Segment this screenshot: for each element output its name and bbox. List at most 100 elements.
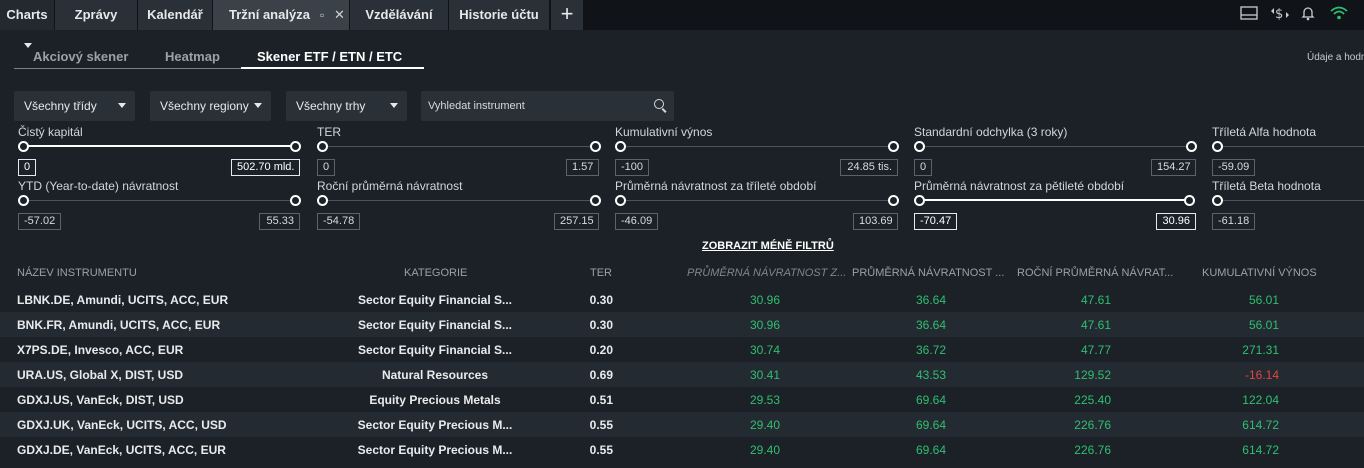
filter-max-input[interactable]: 257.15 bbox=[554, 213, 599, 230]
tab-trzni-analyza[interactable]: Tržní analýza bbox=[213, 0, 349, 30]
column-header-annual[interactable]: ROČNÍ PRŮMĚRNÁ NÁVRAT... bbox=[1017, 267, 1173, 279]
slider-track bbox=[24, 200, 296, 201]
add-tab-button[interactable]: + bbox=[551, 0, 583, 30]
search-placeholder: Vyhledat instrument bbox=[428, 100, 525, 112]
ter-cell: 0.55 bbox=[589, 443, 613, 457]
bell-icon[interactable] bbox=[1298, 5, 1318, 25]
column-header-cumulative[interactable]: KUMULATIVNÍ VÝNOS bbox=[1202, 267, 1317, 279]
filter-min-input[interactable]: -46.09 bbox=[615, 213, 659, 230]
data-info-link[interactable]: Údaje a hodn bbox=[1307, 52, 1364, 63]
slider-min-handle[interactable] bbox=[914, 141, 925, 152]
category-cell: Natural Resources bbox=[381, 368, 489, 382]
detach-window-icon[interactable]: ▫ bbox=[320, 0, 324, 30]
column-header-category[interactable]: KATEGORIE bbox=[404, 267, 467, 279]
table-row[interactable]: LBNK.DE, Amundi, UCITS, ACC, EUR Sector E… bbox=[0, 287, 1364, 312]
slider-max-handle[interactable] bbox=[888, 195, 899, 206]
top-bar: Charts Zprávy Kalendář Tržní analýza ▫ ✕… bbox=[0, 0, 1364, 49]
slider-fill bbox=[920, 199, 1190, 201]
filter-min-input[interactable]: 0 bbox=[914, 159, 933, 176]
filter-min-input[interactable]: -59.09 bbox=[1212, 159, 1256, 176]
filter-max-input[interactable]: 502.70 mld. bbox=[231, 159, 300, 176]
filter-max-input[interactable]: 24.85 tis. bbox=[840, 159, 898, 176]
avg-5y-cell: 30.96 bbox=[749, 318, 780, 332]
slider-min-handle[interactable] bbox=[18, 195, 29, 206]
filter-max-input[interactable]: 55.33 bbox=[259, 213, 300, 230]
tab-charts[interactable]: Charts bbox=[0, 0, 54, 49]
close-tab-icon[interactable]: ✕ bbox=[334, 0, 345, 30]
filter-max-input[interactable]: 154.27 bbox=[1151, 159, 1196, 176]
subtab-skener-etf[interactable]: Skener ETF / ETN / ETC bbox=[257, 49, 402, 64]
filter-min-input[interactable]: -54.78 bbox=[317, 213, 361, 230]
filter-min-input[interactable]: 0 bbox=[18, 159, 37, 176]
column-header-avg-5y[interactable]: PRŮMĚRNÁ NÁVRATNOST Z... bbox=[687, 267, 846, 279]
instrument-search-input[interactable]: Vyhledat instrument bbox=[421, 91, 674, 121]
table-row[interactable]: GDXJ.DE, VanEck, UCITS, ACC, EUR Sector E… bbox=[0, 437, 1364, 462]
slider-min-handle[interactable] bbox=[1212, 141, 1223, 152]
layout-icon[interactable] bbox=[1239, 5, 1259, 25]
filter-min-input[interactable]: -100 bbox=[615, 159, 650, 176]
filter-min-input[interactable]: -70.47 bbox=[914, 213, 958, 230]
connection-signal-icon bbox=[1328, 5, 1350, 25]
table-row[interactable]: GDXJ.US, VanEck, DIST, USD Equity Preciou… bbox=[0, 387, 1364, 412]
avg-3y-cell: 69.64 bbox=[915, 418, 946, 432]
filter-max-input[interactable]: 30.96 bbox=[1156, 213, 1196, 230]
slider-max-handle[interactable] bbox=[290, 195, 301, 206]
slider-max-handle[interactable] bbox=[888, 141, 899, 152]
slider-min-handle[interactable] bbox=[914, 195, 925, 206]
cumulative-cell: 614.72 bbox=[1242, 443, 1279, 457]
region-dropdown[interactable]: Všechny regiony bbox=[150, 91, 271, 121]
column-header-avg-3y[interactable]: PRŮMĚRNÁ NÁVRATNOST ... bbox=[852, 267, 1004, 279]
table-row[interactable]: GDXJ.UK, VanEck, UCITS, ACC, USD Sector E… bbox=[0, 412, 1364, 437]
cumulative-cell: -16.14 bbox=[1244, 368, 1279, 382]
tab-historie-label: Historie účtu bbox=[459, 7, 539, 22]
search-icon[interactable] bbox=[654, 99, 664, 109]
toggle-filters-link[interactable]: ZOBRAZIT MÉNĚ FILTRŮ bbox=[702, 240, 834, 252]
slider-max-handle[interactable] bbox=[290, 141, 301, 152]
active-subtab-indicator bbox=[241, 67, 424, 69]
slider-max-handle[interactable] bbox=[1186, 141, 1197, 152]
subtab-akciovy-skener[interactable]: Akciový skener bbox=[33, 49, 128, 64]
avg-3y-cell: 36.64 bbox=[915, 318, 946, 332]
table-row[interactable]: URA.US, Global X, DIST, USD Natural Resou… bbox=[0, 362, 1364, 387]
chevron-down-icon bbox=[118, 103, 126, 108]
filter-label-alfa: Tříletá Alfa hodnota bbox=[1212, 125, 1317, 139]
instrument-name: X7PS.DE, Invesco, ACC, EUR bbox=[17, 343, 184, 357]
filter-max-input[interactable]: 103.69 bbox=[853, 213, 898, 230]
currency-exchange-icon[interactable]: $ bbox=[1268, 5, 1292, 25]
slider-min-handle[interactable] bbox=[317, 195, 328, 206]
category-cell: Sector Equity Financial S... bbox=[357, 343, 513, 357]
annual-cell: 226.76 bbox=[1074, 418, 1111, 432]
slider-min-handle[interactable] bbox=[1212, 195, 1223, 206]
slider-min-handle[interactable] bbox=[615, 195, 626, 206]
filter-min-input[interactable]: -61.18 bbox=[1212, 213, 1256, 230]
market-dropdown[interactable]: Všechny trhy bbox=[286, 91, 407, 121]
tab-historie-uctu[interactable]: Historie účtu bbox=[449, 0, 549, 30]
avg-5y-cell: 29.53 bbox=[749, 393, 780, 407]
filter-min-input[interactable]: 0 bbox=[317, 159, 336, 176]
table-row[interactable]: X7PS.DE, Invesco, ACC, EUR Sector Equity … bbox=[0, 337, 1364, 362]
column-header-name[interactable]: NÁZEV INSTRUMENTU bbox=[17, 267, 137, 279]
column-header-ter[interactable]: TER bbox=[590, 267, 612, 279]
svg-text:$: $ bbox=[1275, 7, 1283, 21]
filter-label-cisty-kapital: Čistý kapitál bbox=[18, 125, 83, 139]
tab-vzdelavani[interactable]: Vzdělávání bbox=[350, 0, 448, 30]
slider-min-handle[interactable] bbox=[317, 141, 328, 152]
filter-min-input[interactable]: -57.02 bbox=[18, 213, 62, 230]
annual-cell: 47.61 bbox=[1080, 293, 1111, 307]
slider-min-handle[interactable] bbox=[615, 141, 626, 152]
table-row[interactable]: BNK.FR, Amundi, UCITS, ACC, EUR Sector Eq… bbox=[0, 312, 1364, 337]
slider-min-handle[interactable] bbox=[18, 141, 29, 152]
avg-5y-cell: 29.40 bbox=[749, 443, 780, 457]
filter-max-input[interactable]: 1.57 bbox=[566, 159, 599, 176]
slider-max-handle[interactable] bbox=[1184, 195, 1195, 206]
ter-cell: 0.30 bbox=[589, 318, 613, 332]
slider-track bbox=[322, 146, 596, 147]
tab-kalendar[interactable]: Kalendář bbox=[138, 0, 212, 30]
slider-max-handle[interactable] bbox=[590, 195, 601, 206]
filter-label-trilete: Průměrná návratnost za tříleté období bbox=[615, 179, 817, 193]
class-dropdown[interactable]: Všechny třídy bbox=[14, 91, 135, 121]
tab-zpravy[interactable]: Zprávy bbox=[55, 0, 137, 30]
ter-cell: 0.30 bbox=[589, 293, 613, 307]
slider-max-handle[interactable] bbox=[590, 141, 601, 152]
subtab-heatmap[interactable]: Heatmap bbox=[165, 49, 220, 64]
